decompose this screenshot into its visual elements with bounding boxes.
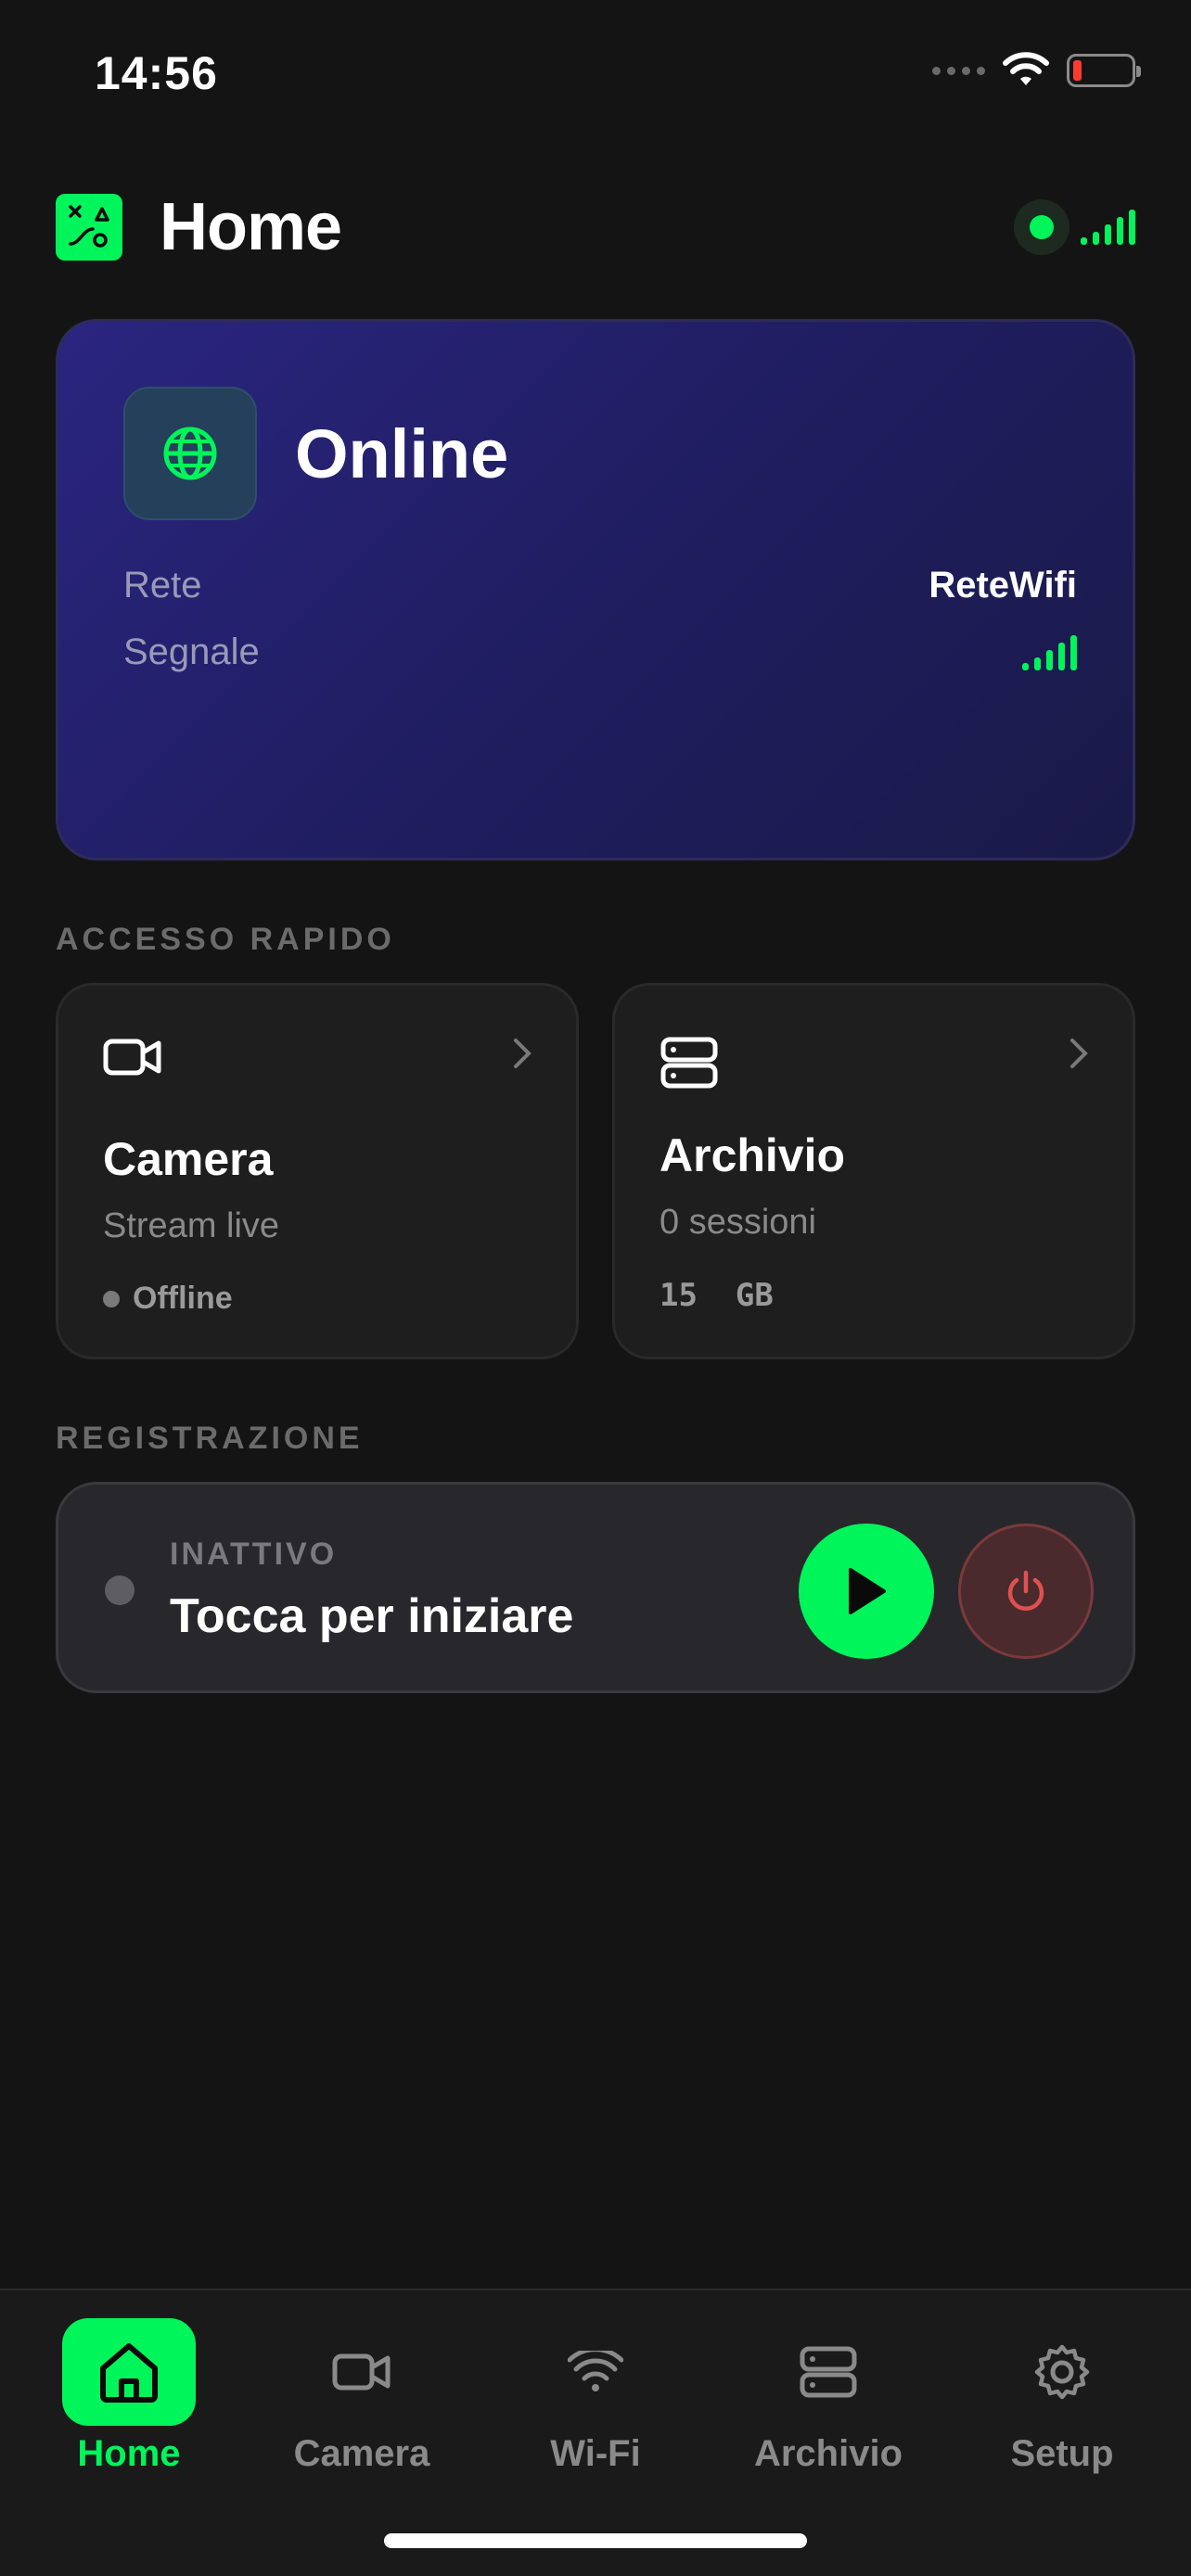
nav-camera[interactable]: Camera [246,2318,478,2476]
signal-label: Segnale [123,631,260,672]
storage-icon [660,1036,719,1094]
start-recording-button[interactable] [799,1524,934,1659]
video-camera-icon [295,2318,429,2426]
screen: 14:56 Home Online Rete ReteWifi Segnale … [0,0,1191,2576]
network-status-text: Online [295,415,509,492]
app-logo-icon [56,194,122,261]
recording-state: INATTIVO [170,1537,338,1572]
status-dot [103,1290,120,1307]
camera-card-title: Camera [103,1133,274,1185]
nav-camera-label: Camera [293,2433,430,2474]
nav-setup-label: Setup [1010,2433,1114,2474]
archive-card-title: Archivio [660,1129,846,1181]
network-row: Rete ReteWifi [123,565,1077,606]
archive-size: 15 GB [660,1277,774,1314]
play-icon [849,1568,886,1614]
recording-hint: Tocca per iniziare [170,1589,574,1643]
wifi-icon [529,2318,662,2426]
gear-icon [995,2318,1129,2426]
recording-card[interactable]: INATTIVO Tocca per iniziare [56,1482,1135,1693]
network-status-card[interactable]: Online Rete ReteWifi Segnale [56,319,1135,861]
signal-row: Segnale [123,631,1077,673]
nav-archive-label: Archivio [753,2433,903,2474]
quick-access-label: ACCESSO RAPIDO [56,922,395,957]
status-time: 14:56 [95,47,218,99]
chevron-right-icon [513,1038,531,1074]
camera-card[interactable]: Camera Stream live Offline [56,983,579,1359]
home-indicator[interactable] [384,2533,807,2548]
nav-wifi[interactable]: Wi-Fi [480,2318,711,2476]
signal-strength-icon [1022,634,1077,670]
nav-wifi-label: Wi-Fi [550,2433,641,2474]
recording-indicator [105,1575,134,1605]
recording-label: REGISTRAZIONE [56,1421,364,1456]
storage-icon [762,2318,895,2426]
header: Home [56,185,1135,269]
network-name: ReteWifi [928,565,1077,606]
power-icon [1007,1570,1044,1611]
status-bar: 14:56 [0,0,1191,139]
nav-home[interactable]: Home [13,2318,245,2476]
nav-archive[interactable]: Archivio [712,2318,944,2476]
nav-setup[interactable]: Setup [946,2318,1178,2476]
nav-home-label: Home [77,2433,181,2474]
cellular-icon [932,66,985,75]
camera-status-text: Offline [133,1281,233,1316]
status-icons [932,52,1141,89]
archive-card[interactable]: Archivio 0 sessioni 15 GB [612,983,1135,1359]
online-dot-icon [1014,199,1069,255]
camera-card-subtitle: Stream live [103,1206,280,1245]
page-title: Home [160,190,342,264]
archive-card-subtitle: 0 sessioni [660,1203,816,1242]
network-label: Rete [123,565,202,606]
connection-indicator[interactable] [1014,199,1135,255]
battery-icon [1067,54,1141,87]
camera-status: Offline [103,1281,233,1317]
signal-bars-icon [1081,210,1135,245]
power-button[interactable] [958,1524,1094,1659]
home-icon [62,2318,196,2426]
video-camera-icon [103,1036,162,1083]
wifi-status-icon [1003,52,1049,85]
chevron-right-icon [1069,1038,1088,1074]
globe-icon [123,387,257,520]
